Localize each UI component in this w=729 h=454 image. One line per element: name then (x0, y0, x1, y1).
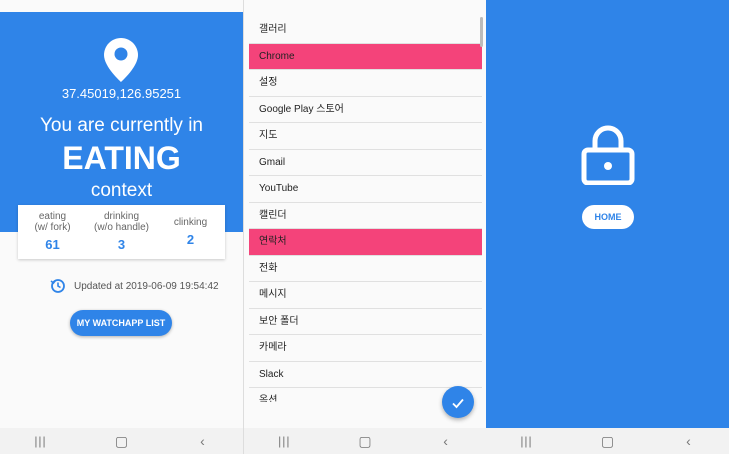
nav-bar: ||| ▢ ‹ (486, 428, 729, 454)
stat-drinking: drinking (w/o handle) 3 (87, 205, 156, 259)
home-button[interactable]: HOME (582, 205, 634, 229)
stat-label: eating (w/ fork) (34, 211, 71, 233)
status-bar (0, 0, 243, 12)
list-item[interactable]: 보안 폴더 (249, 308, 482, 335)
status-bar (486, 0, 729, 12)
list-item[interactable]: 캘린더 (249, 202, 482, 229)
list-item[interactable]: Gmail (249, 149, 482, 176)
context-suffix-text: context (90, 180, 153, 201)
list-item[interactable]: 메시지 (249, 282, 482, 309)
stat-value: 2 (186, 232, 195, 247)
updated-row: Updated at 2019-06-09 19:54:42 (50, 278, 219, 294)
stat-label: drinking (w/o handle) (93, 211, 150, 233)
recents-button[interactable]: ||| (512, 434, 542, 448)
list-item[interactable]: 지도 (249, 123, 482, 150)
home-nav-button[interactable]: ▢ (107, 433, 137, 450)
lock-screen: HOME ||| ▢ ‹ (486, 0, 729, 454)
confirm-button[interactable] (442, 386, 474, 418)
stat-clinking: clinking 2 (156, 205, 225, 259)
home-nav-button[interactable]: ▢ (593, 433, 623, 450)
context-intro-text: You are currently in (39, 115, 203, 136)
nav-bar: ||| ▢ ‹ (244, 428, 486, 454)
watchapp-list-button[interactable]: MY WATCHAPP LIST (70, 310, 172, 336)
recents-button[interactable]: ||| (269, 434, 299, 448)
list-item[interactable]: Slack (249, 361, 482, 388)
list-item[interactable]: 카메라 (249, 335, 482, 362)
coordinates-text: 37.45019,126.95251 (61, 86, 182, 101)
list-item[interactable]: Google Play 스토어 (249, 96, 482, 123)
list-item[interactable]: YouTube (249, 176, 482, 203)
list-item[interactable]: 전화 (249, 255, 482, 282)
home-nav-button[interactable]: ▢ (350, 433, 380, 450)
location-pin-icon (104, 38, 138, 87)
recents-button[interactable]: ||| (26, 434, 56, 448)
back-button[interactable]: ‹ (674, 433, 704, 449)
stat-value: 61 (45, 237, 60, 252)
list-item[interactable]: 갤러리 (249, 17, 482, 44)
app-list-screen: 갤러리 Chrome 설정 Google Play 스토어 지도 Gmail YouTube… (243, 0, 486, 454)
list-item[interactable]: Chrome (249, 43, 482, 70)
back-button[interactable]: ‹ (431, 433, 461, 449)
stats-card: eating (w/ fork) 61 drinking (w/o handle… (18, 205, 225, 259)
stat-label: clinking (173, 217, 208, 228)
stat-value: 3 (117, 237, 126, 252)
scrollbar[interactable] (480, 17, 483, 47)
lock-icon (581, 123, 635, 190)
list-item[interactable]: 연락처 (249, 229, 482, 256)
stat-eating: eating (w/ fork) 61 (18, 205, 87, 259)
context-name: EATING (62, 140, 181, 176)
updated-text: Updated at 2019-06-09 19:54:42 (74, 280, 219, 292)
context-screen: 37.45019,126.95251 You are currently in … (0, 0, 243, 454)
app-list[interactable]: 갤러리 Chrome 설정 Google Play 스토어 지도 Gmail YouTube… (249, 17, 482, 402)
list-item[interactable]: 설정 (249, 70, 482, 97)
nav-bar: ||| ▢ ‹ (0, 428, 243, 454)
refresh-icon[interactable] (50, 278, 66, 294)
status-bar (244, 0, 486, 12)
back-button[interactable]: ‹ (188, 433, 218, 449)
check-icon (452, 399, 464, 409)
